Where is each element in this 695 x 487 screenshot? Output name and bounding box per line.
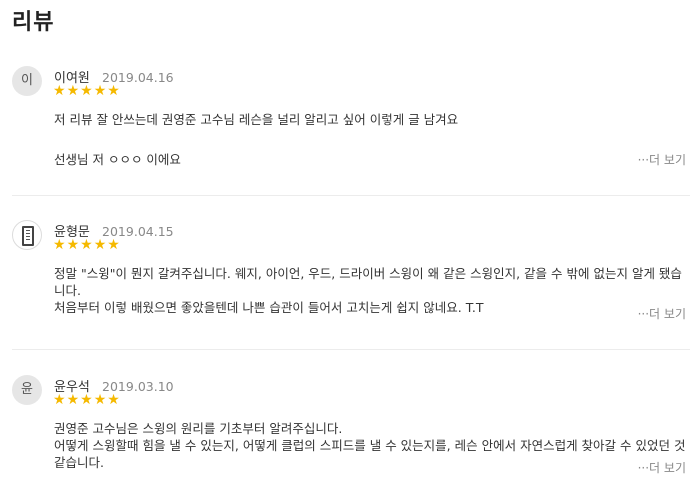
star-icon: ★ <box>93 83 107 99</box>
book-icon <box>12 220 42 250</box>
more-link[interactable]: ···더 보기 <box>638 151 686 168</box>
star-rating: ★ ★ ★ ★ ★ <box>53 84 120 98</box>
star-icon: ★ <box>80 392 93 408</box>
review-item: 윤형문 2019.04.15 ★ ★ ★ ★ ★ 정말 "스윙"이 뭔지 갈켜주… <box>12 220 690 330</box>
review-item: 윤 윤우석 2019.03.10 ★ ★ ★ ★ ★ 권영준 고수님은 스윙의 … <box>12 375 690 485</box>
star-icon: ★ <box>53 83 66 99</box>
star-rating: ★ ★ ★ ★ ★ <box>53 238 120 252</box>
more-link[interactable]: ···더 보기 <box>638 459 686 476</box>
more-link[interactable]: ···더 보기 <box>638 305 686 322</box>
star-icon: ★ <box>107 237 120 253</box>
star-icon: ★ <box>93 392 107 408</box>
review-line: 어떻게 스윙할때 힘을 낼 수 있는지, 어떻게 클럽의 스피드를 낼 수 있는… <box>54 438 686 470</box>
section-title: 리뷰 <box>12 10 55 35</box>
star-icon: ★ <box>66 237 80 253</box>
review-line: 권영준 고수님은 스윙의 원리를 기초부터 알려주십니다. <box>54 421 343 436</box>
review-text: 권영준 고수님은 스윙의 원리를 기초부터 알려주십니다. 어떻게 스윙할때 힘… <box>54 420 686 471</box>
star-icon: ★ <box>80 237 93 253</box>
star-rating: ★ ★ ★ ★ ★ <box>53 393 120 407</box>
review-line: 저 리뷰 잘 안쓰는데 권영준 고수님 레슨을 널리 알리고 싶어 이렇게 글 … <box>54 112 459 127</box>
review-text: 정말 "스윙"이 뭔지 갈켜주십니다. 웨지, 아이언, 우드, 드라이버 스윙… <box>54 265 686 316</box>
divider <box>12 349 690 350</box>
star-icon: ★ <box>66 83 80 99</box>
review-item: 이 이여원 2019.04.16 ★ ★ ★ ★ ★ 저 리뷰 잘 안쓰는데 권… <box>12 66 690 176</box>
review-line: 처음부터 이렇 배웠으면 좋았을텐데 나쁜 습관이 들어서 고치는게 쉽지 않네… <box>54 300 484 315</box>
divider <box>12 195 690 196</box>
review-text: 저 리뷰 잘 안쓰는데 권영준 고수님 레슨을 널리 알리고 싶어 이렇게 글 … <box>54 111 684 168</box>
avatar: 윤 <box>12 375 42 405</box>
star-icon: ★ <box>107 83 120 99</box>
review-line: 선생님 저 ㅇㅇㅇ 이에요 <box>54 152 181 167</box>
star-icon: ★ <box>80 83 93 99</box>
star-icon: ★ <box>53 392 66 408</box>
review-line <box>54 128 684 151</box>
star-icon: ★ <box>107 392 120 408</box>
avatar: 이 <box>12 66 42 96</box>
star-icon: ★ <box>66 392 80 408</box>
review-line: 정말 "스윙"이 뭔지 갈켜주십니다. 웨지, 아이언, 우드, 드라이버 스윙… <box>54 266 682 298</box>
star-icon: ★ <box>53 237 66 253</box>
star-icon: ★ <box>93 237 107 253</box>
